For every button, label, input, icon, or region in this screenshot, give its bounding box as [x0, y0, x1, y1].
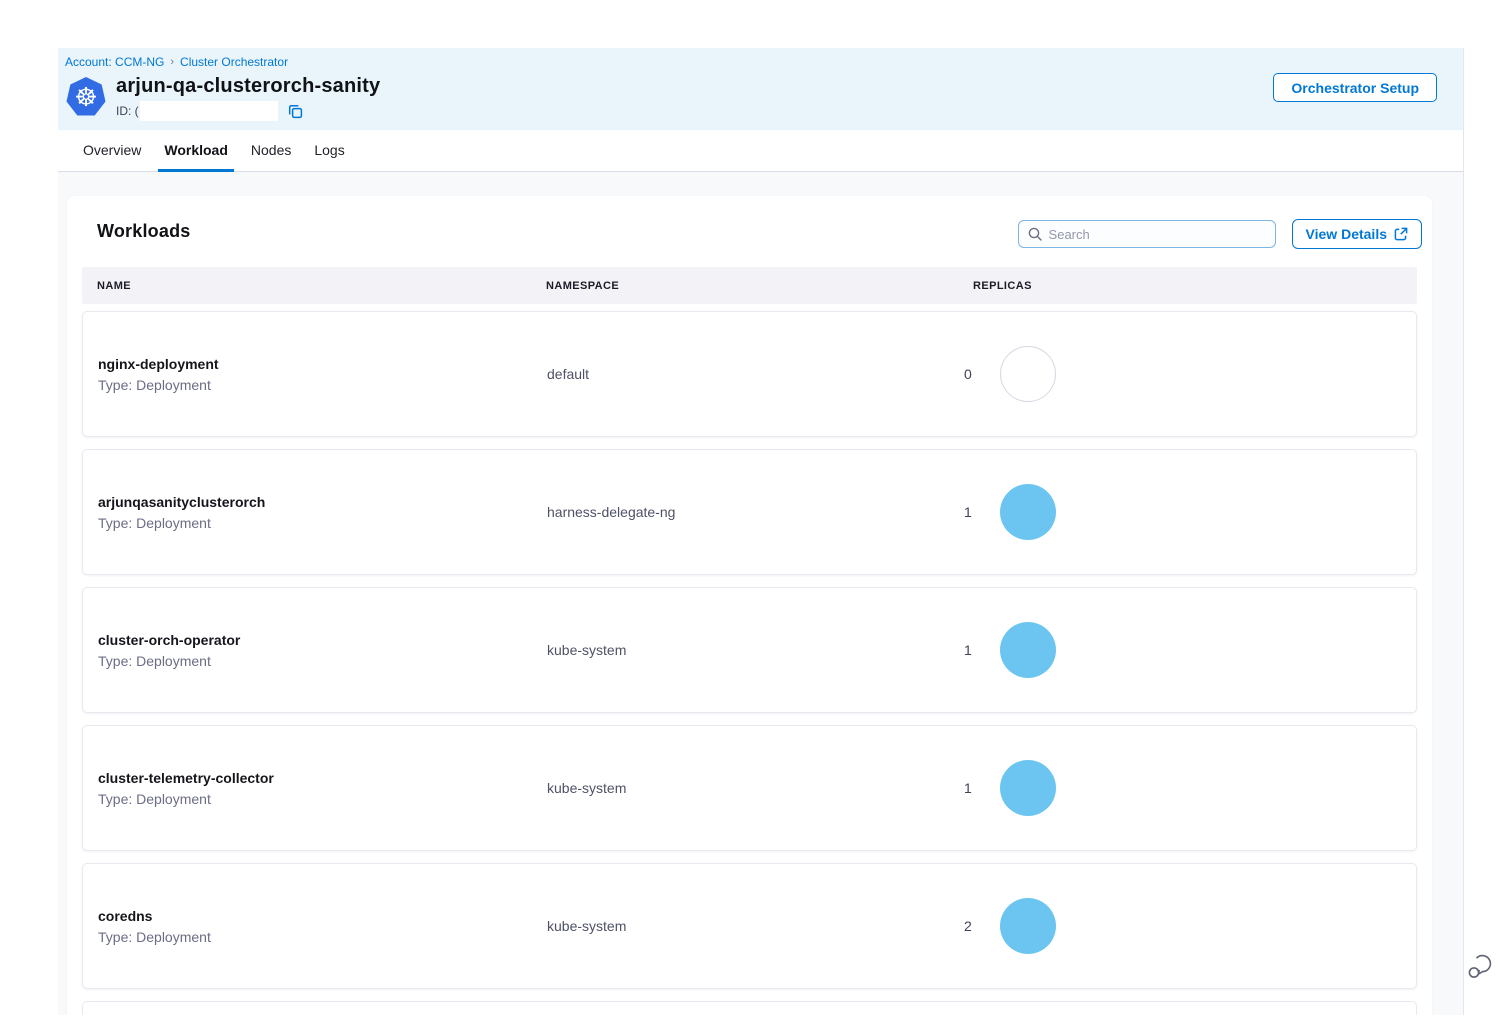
kubernetes-icon: ☸	[66, 77, 106, 117]
tab-bar: Overview Workload Nodes Logs	[58, 130, 1463, 172]
search-icon	[1028, 227, 1042, 241]
tab-workload[interactable]: Workload	[158, 130, 234, 172]
view-details-button[interactable]: View Details	[1292, 219, 1422, 249]
workload-type: Type: Deployment	[98, 653, 532, 669]
workload-replicas-cell: 1	[959, 484, 1416, 540]
workload-name: cluster-telemetry-collector	[98, 770, 532, 786]
workload-type: Type: Deployment	[98, 791, 532, 807]
column-header-namespace: NAMESPACE	[531, 280, 958, 292]
cluster-id-row: ID: (	[116, 101, 380, 121]
table-header-row: NAME NAMESPACE REPLICAS	[82, 267, 1417, 304]
cluster-header: Account: CCM-NG › Cluster Orchestrator ☸…	[58, 48, 1463, 130]
cluster-id-redacted	[140, 101, 278, 121]
content-area: Workloads View Details	[58, 172, 1463, 1036]
workload-replicas-cell: 0	[959, 346, 1416, 402]
replica-count: 2	[964, 918, 978, 934]
search-input[interactable]	[1049, 227, 1266, 242]
workload-type: Type: Deployment	[98, 515, 532, 531]
workload-namespace: harness-delegate-ng	[532, 504, 959, 520]
table-row[interactable]: cluster-orch-operator Type: Deployment k…	[82, 587, 1417, 713]
breadcrumb: Account: CCM-NG › Cluster Orchestrator	[64, 55, 1463, 69]
replica-count: 1	[964, 780, 978, 796]
workload-type: Type: Deployment	[98, 377, 532, 393]
workload-replicas-cell: 1	[959, 622, 1416, 678]
table-row[interactable]: arjunqasanityclusterorch Type: Deploymen…	[82, 449, 1417, 575]
workload-name-cell: cluster-orch-operator Type: Deployment	[83, 632, 532, 669]
tab-logs[interactable]: Logs	[308, 130, 350, 172]
workload-replicas-cell: 1	[959, 760, 1416, 816]
table-row[interactable]: cluster-telemetry-collector Type: Deploy…	[82, 725, 1417, 851]
workload-name: coredns	[98, 908, 532, 924]
viewport-bottom-strip	[0, 1015, 1502, 1036]
replica-status-circle	[1000, 622, 1056, 678]
table-row[interactable]: nginx-deployment Type: Deployment defaul…	[82, 311, 1417, 437]
tab-overview[interactable]: Overview	[77, 130, 147, 172]
workload-namespace: kube-system	[532, 642, 959, 658]
replica-status-circle	[1000, 760, 1056, 816]
search-box[interactable]	[1018, 220, 1276, 248]
cluster-title-row: ☸ arjun-qa-clusterorch-sanity ID: (	[64, 75, 1463, 121]
replica-status-circle	[1000, 898, 1056, 954]
table-row[interactable]: coredns Type: Deployment kube-system 2	[82, 863, 1417, 989]
page-column: Account: CCM-NG › Cluster Orchestrator ☸…	[58, 48, 1464, 1036]
breadcrumb-account-link[interactable]: Account: CCM-NG	[65, 55, 164, 69]
workload-replicas-cell: 2	[959, 898, 1416, 954]
workload-name-cell: cluster-telemetry-collector Type: Deploy…	[83, 770, 532, 807]
workloads-toolbar: View Details	[1018, 219, 1422, 249]
workload-name: arjunqasanityclusterorch	[98, 494, 532, 510]
cluster-title-block: arjun-qa-clusterorch-sanity ID: (	[116, 75, 380, 121]
column-header-name: NAME	[82, 280, 531, 292]
workload-name: nginx-deployment	[98, 356, 532, 372]
orchestrator-setup-button[interactable]: Orchestrator Setup	[1273, 73, 1437, 102]
help-chat-icon[interactable]	[1466, 952, 1496, 984]
workload-type: Type: Deployment	[98, 929, 532, 945]
replica-status-circle	[1000, 484, 1056, 540]
replica-status-circle	[1000, 346, 1056, 402]
workload-name-cell: coredns Type: Deployment	[83, 908, 532, 945]
column-header-replicas: REPLICAS	[958, 280, 1417, 292]
external-link-icon	[1394, 227, 1408, 241]
replica-count: 0	[964, 366, 978, 382]
replica-count: 1	[964, 642, 978, 658]
workload-namespace: kube-system	[532, 918, 959, 934]
workload-name-cell: arjunqasanityclusterorch Type: Deploymen…	[83, 494, 532, 531]
workloads-panel: Workloads View Details	[67, 196, 1432, 1036]
workload-name: cluster-orch-operator	[98, 632, 532, 648]
workload-namespace: default	[532, 366, 959, 382]
workload-namespace: kube-system	[532, 780, 959, 796]
tab-nodes[interactable]: Nodes	[245, 130, 297, 172]
view-details-label: View Details	[1306, 226, 1387, 242]
replica-count: 1	[964, 504, 978, 520]
copy-icon[interactable]	[288, 104, 303, 119]
breadcrumb-section-link[interactable]: Cluster Orchestrator	[180, 55, 288, 69]
cluster-id-label: ID: (	[116, 104, 139, 118]
workload-name-cell: nginx-deployment Type: Deployment	[83, 356, 532, 393]
page-title: arjun-qa-clusterorch-sanity	[116, 75, 380, 98]
breadcrumb-separator-icon: ›	[170, 56, 174, 68]
